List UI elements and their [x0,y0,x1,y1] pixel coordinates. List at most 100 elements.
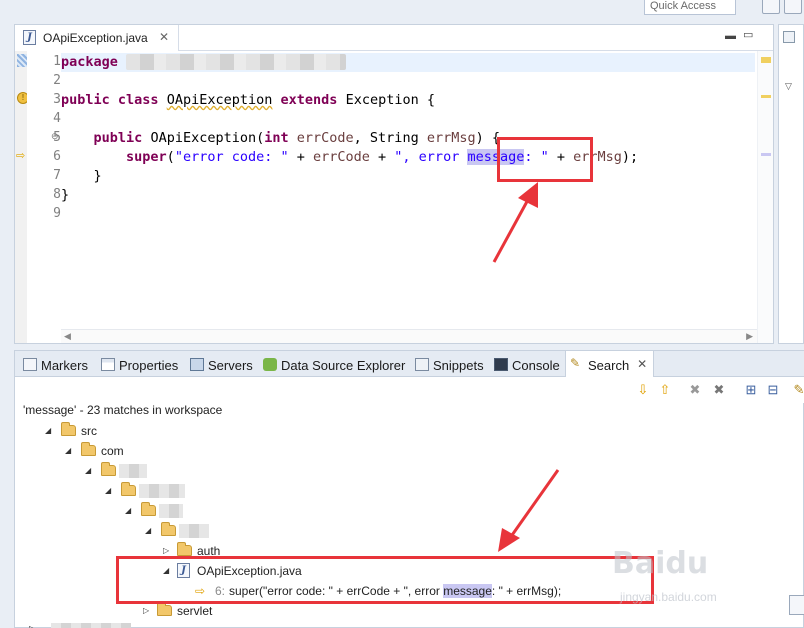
eclipse-window: Quick Access J OApiException.java ✕ ▬ ▭ … [0,0,804,628]
folder-icon [161,522,176,536]
close-tab-icon[interactable]: ✕ [159,30,169,44]
line-number: 3 [53,92,61,107]
code-text: } [61,187,70,203]
line-number: 4 [53,111,61,126]
search-history-icon[interactable]: ✎ [791,382,804,398]
tab-label: Snippets [433,358,484,373]
keyword: extends [280,92,338,108]
collapse-arrow-icon[interactable]: ◢ [45,421,55,441]
tab-properties[interactable]: Properties [97,351,178,377]
next-match-icon[interactable]: ⇩ [635,382,651,398]
parameter: errCode [296,130,354,146]
collapse-arrow-icon[interactable]: ◢ [125,501,135,521]
servers-icon [190,358,204,371]
expand-arrow-icon[interactable]: ▷ [29,619,39,628]
code-text: } [93,168,102,184]
tab-label: Search [588,358,630,373]
baidu-watermark: Baidu [612,546,709,581]
folder-icon [141,502,156,516]
line-number: 7 [53,168,61,183]
open-perspective-icon[interactable] [762,0,780,14]
tree-label: src [81,424,97,438]
expand-arrow-icon[interactable]: ▷ [143,601,153,621]
java-ee-perspective-icon[interactable] [784,0,802,14]
tab-label: Properties [119,358,179,373]
tab-title: OApiException.java [43,31,148,45]
search-icon: ✎ [570,356,581,370]
collapse-all-icon[interactable]: ⊟ [765,382,781,398]
folder-icon [157,602,172,616]
blurred-label [139,484,185,498]
remove-match-icon[interactable]: ✖ [687,382,703,398]
overview-ruler[interactable] [757,51,773,343]
code-area[interactable]: package public class OApiException exten… [61,51,755,329]
quick-access-field[interactable]: Quick Access [644,0,736,15]
folder-icon [101,462,116,476]
tree-label: com [101,444,124,458]
previous-match-icon[interactable]: ⇧ [657,382,673,398]
horizontal-scrollbar[interactable]: ◀ ▶ [61,329,757,343]
parameter: errMsg [426,130,476,146]
close-tab-icon[interactable]: ✕ [637,357,647,371]
annotation-ruler: ! ⇨ [15,51,29,343]
line-number: 8 [53,187,61,202]
expand-arrow-icon[interactable]: ▽ [785,81,792,92]
java-file-icon: J [23,30,36,45]
parameter: errCode [313,149,370,165]
tab-markers[interactable]: Markers [19,351,88,377]
remove-all-matches-icon[interactable]: ✖ [711,382,727,398]
collapse-arrow-icon[interactable]: ◢ [105,481,115,501]
collapse-arrow-icon[interactable]: ◢ [85,461,95,481]
string-literal: "error code: " [174,149,289,165]
tab-snippets[interactable]: Snippets [411,351,484,377]
current-line-arrow-icon: ⇨ [16,150,26,162]
expand-all-icon[interactable]: ⊞ [743,382,759,398]
annotation-arrow [498,469,560,552]
markers-icon [23,358,37,371]
scroll-right-icon[interactable]: ▶ [746,331,753,342]
fold-collapse-icon[interactable]: ⊖ [51,131,59,142]
collapse-arrow-icon[interactable]: ◢ [65,441,75,461]
line-number-gutter: 1 2 3 4 5 ⊖ 6 7 8 9 [27,51,61,343]
tab-servers[interactable]: Servers [186,351,253,377]
properties-icon [101,358,115,371]
keyword: int [264,130,289,146]
code-line-7: } [61,167,102,186]
code-text: + [369,149,395,165]
tab-oapiexception-java[interactable]: J OApiException.java ✕ [15,25,179,51]
code-line-8: } [61,186,69,205]
collapse-arrow-icon[interactable]: ◢ [145,521,155,541]
code-line-1: package [61,53,755,72]
scroll-left-icon[interactable]: ◀ [64,331,71,342]
restore-view-icon[interactable] [789,595,804,615]
outline-icon[interactable] [783,31,795,43]
overview-warning-marker[interactable] [761,95,771,98]
overview-occurrence-marker[interactable] [761,153,771,156]
code-editor: J OApiException.java ✕ ▬ ▭ ! ⇨ 1 2 3 4 5… [14,24,774,344]
keyword: super [126,149,167,165]
tab-label: Markers [41,358,88,373]
folder-icon [61,422,76,436]
maximize-icon[interactable]: ▭ [743,28,753,41]
blurred-label [51,623,131,628]
keyword: public [93,130,143,146]
code-line-5: public OApiException(int errCode, String… [61,129,500,148]
search-summary: 'message' - 23 matches in workspace [23,403,223,417]
baidu-watermark-url: jingyan.baidu.com [620,590,717,604]
line-number: 1 [53,54,61,69]
code-text: ); [621,149,639,165]
search-toolbar: ⇩ ⇧ ✖ ✖ ⊞ ⊟ ✎ [15,377,804,403]
minimize-icon[interactable]: ▬ [725,30,736,42]
collapsed-import-marker [17,54,27,67]
snippets-icon [415,358,429,371]
tab-data-source-explorer[interactable]: Data Source Explorer [259,351,405,377]
keyword: public [61,92,110,108]
overview-warning-marker[interactable] [761,57,771,63]
tab-search[interactable]: ✎ Search ✕ [565,351,655,378]
outline-pane: ▽ [778,24,804,344]
code-text: , String [353,130,427,146]
code-text: ( [166,149,175,165]
annotation-arrow [492,182,538,263]
data-source-icon [263,358,277,371]
tab-console[interactable]: Console [490,351,560,377]
